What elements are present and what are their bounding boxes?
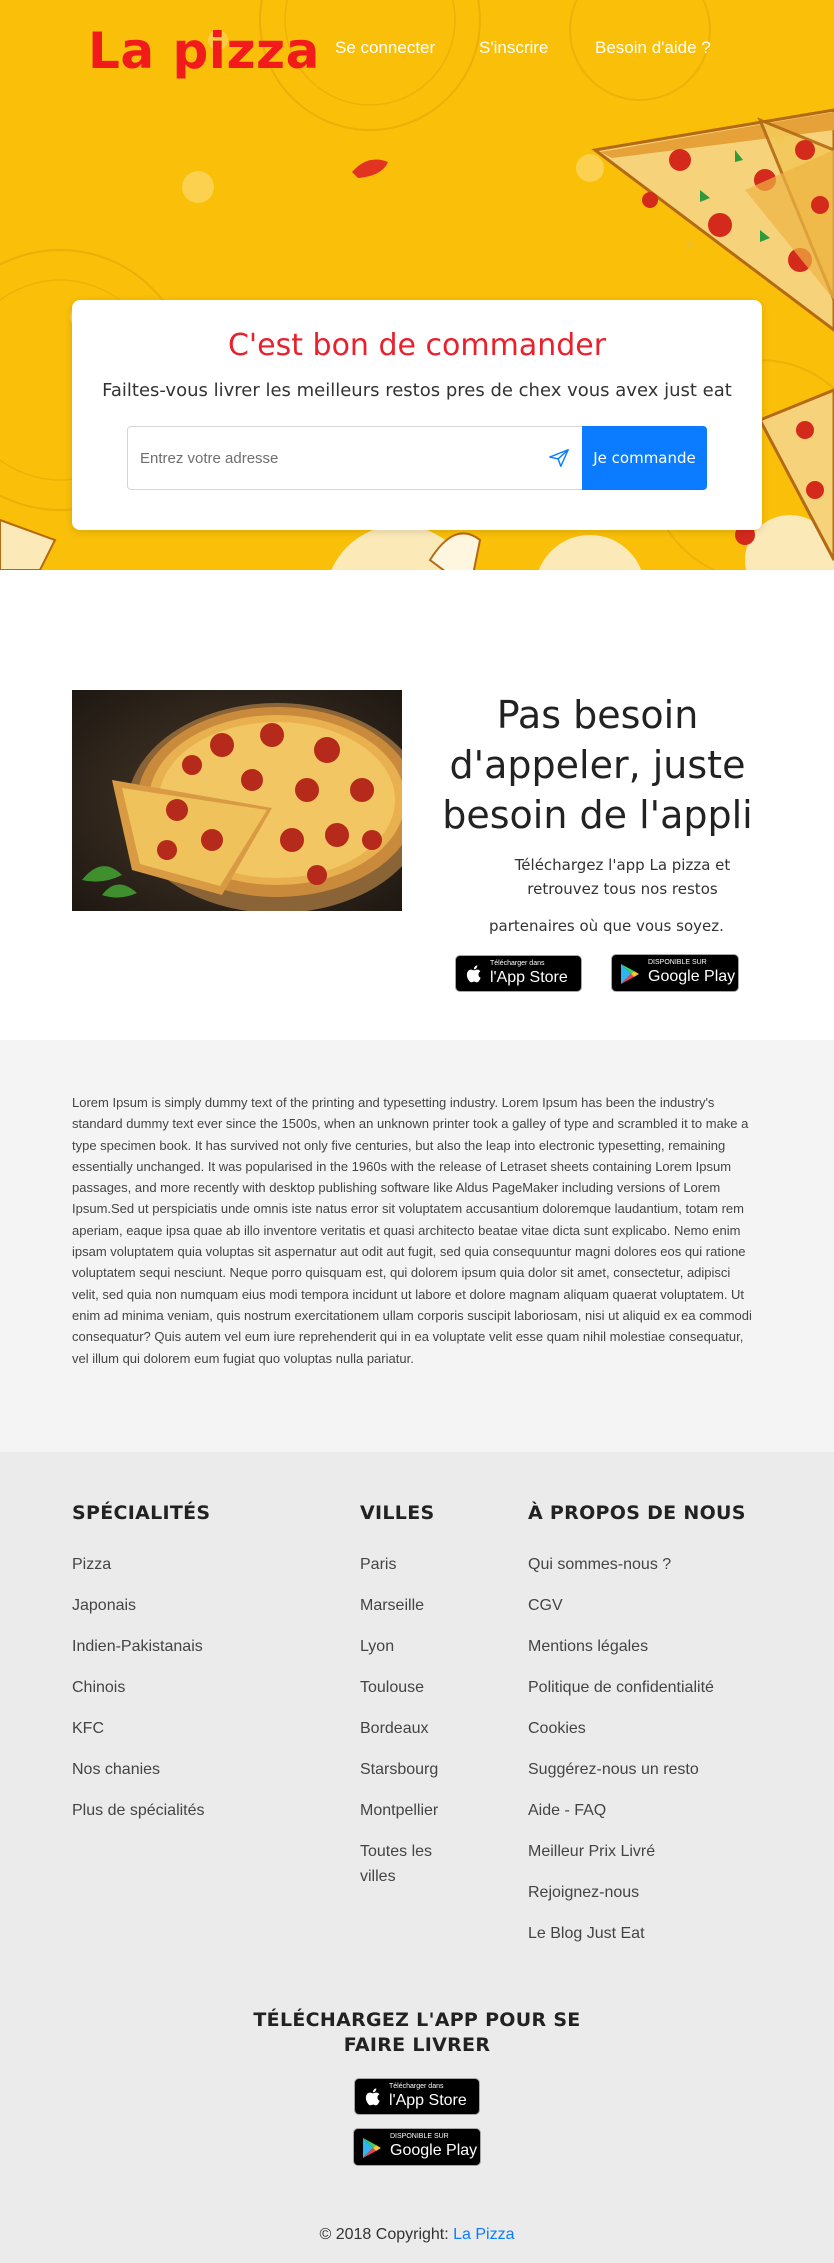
nav-signup-link[interactable]: S'inscrire — [479, 38, 548, 58]
footer-link[interactable]: Toutes les villes — [360, 1839, 450, 1889]
app-store-badge-caption: Télécharger dans — [490, 960, 545, 967]
about-paragraph: Lorem Ipsum is simply dummy text of the … — [72, 1095, 752, 1366]
footer-link[interactable]: Toulouse — [360, 1675, 450, 1700]
hero-section: La pizza Se connecter S'inscrire Besoin … — [0, 0, 834, 570]
footer-apropos-title: À PROPOS DE NOUS — [528, 1502, 746, 1524]
google-play-badge[interactable]: DISPONIBLE SUR Google Play — [611, 954, 739, 992]
order-submit-button[interactable]: Je commande — [582, 426, 707, 490]
footer-link[interactable]: Pizza — [72, 1552, 205, 1577]
footer-link[interactable]: Qui sommes-nous ? — [528, 1552, 714, 1577]
copyright-text: © 2018 Copyright: — [319, 2226, 454, 2243]
footer-link[interactable]: Paris — [360, 1552, 450, 1577]
footer: SPÉCIALITÉS Pizza Japonais Indien-Pakist… — [0, 1452, 834, 2263]
copyright: © 2018 Copyright: La Pizza — [0, 2226, 834, 2244]
footer-download-title: TÉLÉCHARGEZ L'APP POUR SE FAIRE LIVRER — [0, 2008, 834, 2058]
promo-text-continued: partenaires où que vous soyez. — [489, 917, 724, 935]
footer-google-play-caption: DISPONIBLE SUR — [390, 2133, 449, 2140]
footer-villes-title: VILLES — [360, 1502, 435, 1524]
footer-link[interactable]: Plus de spécialités — [72, 1798, 205, 1823]
pizza-photo — [72, 690, 402, 911]
footer-link[interactable]: Indien-Pakistanais — [72, 1634, 205, 1659]
send-location-icon[interactable] — [548, 447, 570, 469]
footer-link[interactable]: Meilleur Prix Livré — [528, 1839, 714, 1864]
copyright-link[interactable]: La Pizza — [453, 2226, 514, 2243]
order-card: C'est bon de commander Failtes-vous livr… — [72, 300, 762, 530]
footer-link[interactable]: Marseille — [360, 1593, 450, 1618]
address-input[interactable] — [128, 427, 583, 489]
footer-link[interactable]: Nos chanies — [72, 1757, 205, 1782]
app-store-badge-label: l'App Store — [490, 969, 568, 986]
footer-app-store-caption: Télécharger dans — [389, 2083, 444, 2090]
google-play-icon — [621, 964, 639, 984]
app-store-badge[interactable]: Télécharger dans l'App Store — [455, 955, 582, 992]
footer-link[interactable]: Le Blog Just Eat — [528, 1921, 714, 1946]
footer-link[interactable]: Aide - FAQ — [528, 1798, 714, 1823]
footer-specialites-list: Pizza Japonais Indien-Pakistanais Chinoi… — [72, 1552, 205, 1839]
about-text-section: Lorem Ipsum is simply dummy text of the … — [0, 1040, 834, 1452]
site-logo[interactable]: La pizza — [88, 22, 320, 80]
pizza-image — [72, 690, 402, 911]
footer-google-play-label: Google Play — [390, 2142, 478, 2159]
google-play-badge-caption: DISPONIBLE SUR — [648, 959, 707, 966]
footer-app-store-label: l'App Store — [389, 2092, 467, 2109]
footer-villes-list: Paris Marseille Lyon Toulouse Bordeaux S… — [360, 1552, 450, 1905]
footer-link[interactable]: Japonais — [72, 1593, 205, 1618]
footer-link[interactable]: Mentions légales — [528, 1634, 714, 1659]
footer-link[interactable]: Bordeaux — [360, 1716, 450, 1741]
footer-specialites-title: SPÉCIALITÉS — [72, 1502, 211, 1524]
order-card-subtitle: Failtes-vous livrer les meilleurs restos… — [102, 380, 732, 401]
footer-link[interactable]: CGV — [528, 1593, 714, 1618]
address-form: Je commande — [127, 426, 707, 490]
footer-link[interactable]: Politique de confidentialité — [528, 1675, 714, 1700]
footer-app-store-badge[interactable]: Télécharger dans l'App Store — [354, 2078, 480, 2115]
footer-link[interactable]: Rejoignez-nous — [528, 1880, 714, 1905]
footer-link[interactable]: Suggérez-nous un resto — [528, 1757, 714, 1782]
footer-link[interactable]: KFC — [72, 1716, 205, 1741]
nav-login-link[interactable]: Se connecter — [335, 38, 435, 58]
footer-download-title-line1: TÉLÉCHARGEZ L'APP POUR SE — [253, 2009, 581, 2031]
promo-text: Téléchargez l'app La pizza et retrouvez … — [514, 856, 731, 898]
footer-apropos-list: Qui sommes-nous ? CGV Mentions légales P… — [528, 1552, 714, 1962]
footer-link[interactable]: Starsbourg — [360, 1757, 450, 1782]
footer-link[interactable]: Lyon — [360, 1634, 450, 1659]
google-play-badge-label: Google Play — [648, 968, 736, 985]
footer-download-title-line2: FAIRE LIVRER — [343, 2034, 491, 2056]
apple-icon — [365, 2088, 380, 2106]
google-play-icon — [363, 2138, 381, 2158]
nav-help-link[interactable]: Besoin d'aide ? — [595, 38, 711, 58]
footer-link[interactable]: Montpellier — [360, 1798, 450, 1823]
footer-link[interactable]: Chinois — [72, 1675, 205, 1700]
promo-title: Pas besoin d'appeler, juste besoin de l'… — [442, 693, 753, 837]
footer-google-play-badge[interactable]: DISPONIBLE SUR Google Play — [353, 2128, 481, 2166]
order-card-title: C'est bon de commander — [227, 328, 607, 363]
footer-link[interactable]: Cookies — [528, 1716, 714, 1741]
apple-icon — [466, 965, 481, 983]
